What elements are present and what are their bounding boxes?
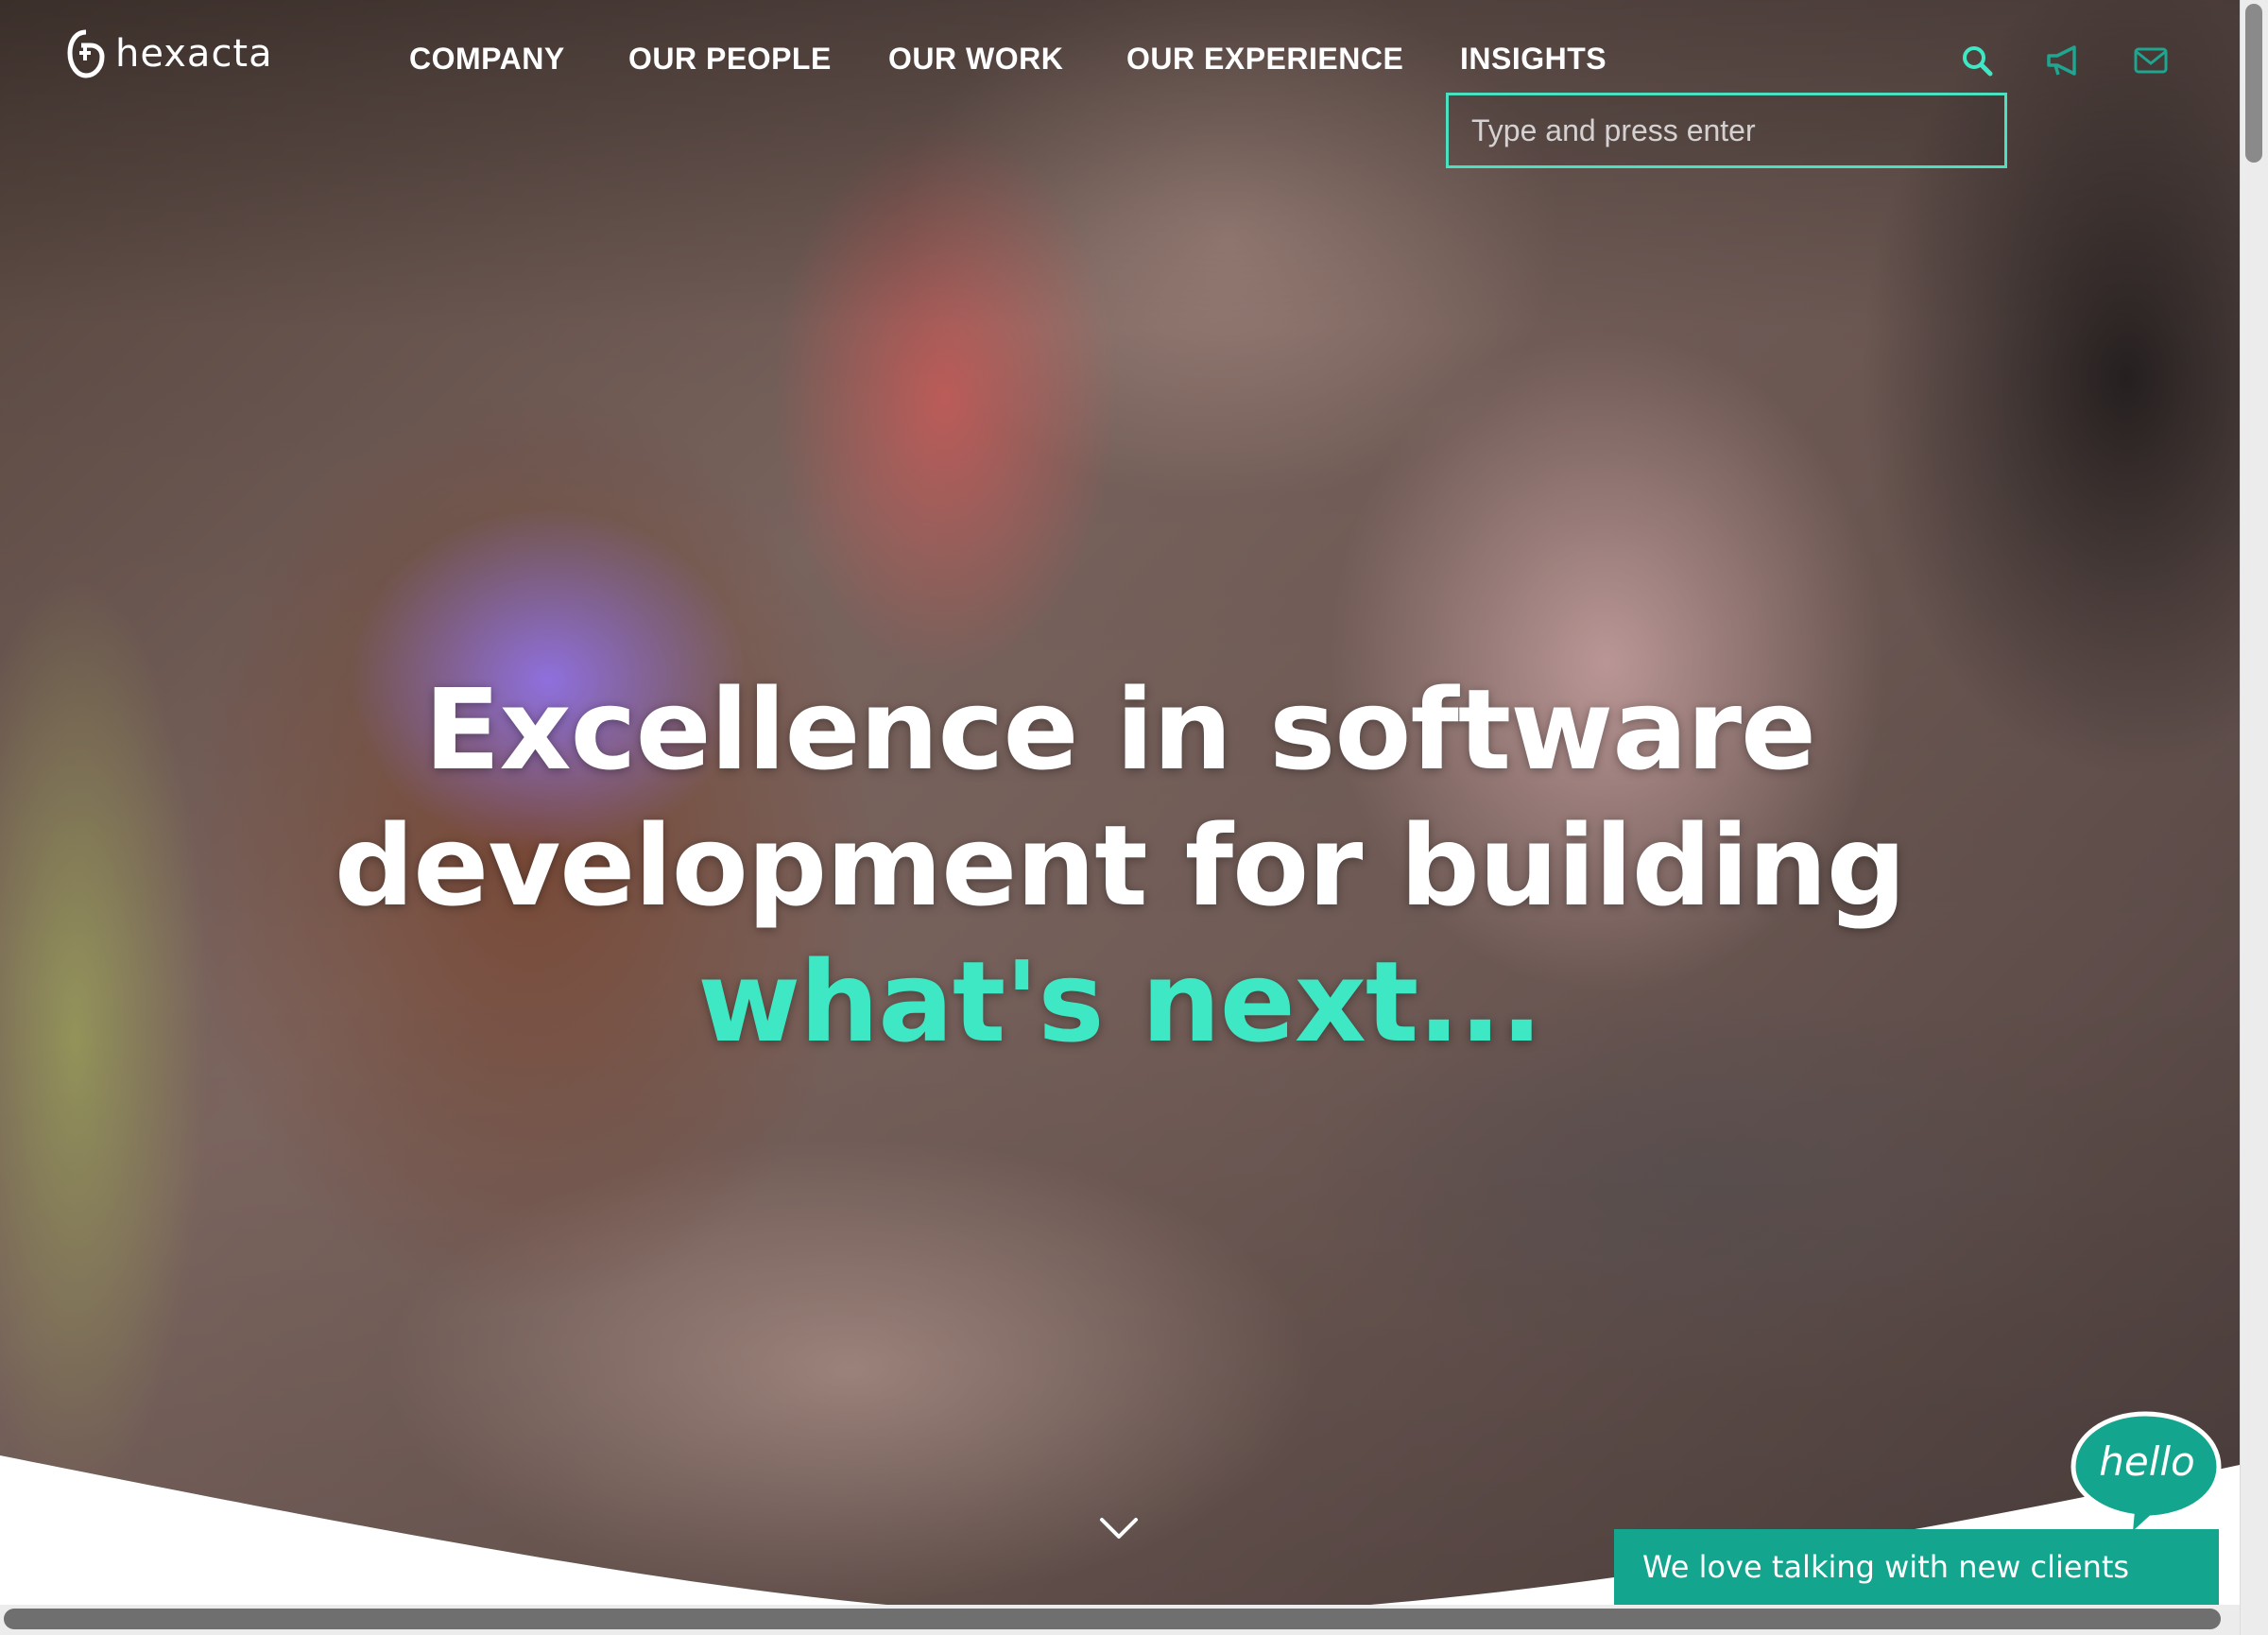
search-icon	[1963, 46, 1993, 77]
vertical-scrollbar[interactable]	[2240, 0, 2268, 1635]
search-button[interactable]	[1958, 42, 1996, 79]
envelope-icon	[2134, 47, 2168, 74]
hero-line-1: Excellence in software	[423, 664, 1816, 795]
announcements-button[interactable]	[2045, 42, 2083, 79]
nav-item-our-experience[interactable]: OUR EXPERIENCE	[1126, 38, 1403, 79]
megaphone-icon	[2047, 45, 2076, 76]
chat-bar-text: We love talking with new clients	[1642, 1549, 2130, 1585]
horizontal-scrollbar[interactable]	[0, 1605, 2240, 1635]
chevron-down-icon[interactable]	[1098, 1516, 1140, 1542]
nav-item-our-people[interactable]: OUR PEOPLE	[628, 38, 832, 79]
hero-line-3-accent: what's next...	[697, 937, 1543, 1067]
nav-item-insights[interactable]: INSIGHTS	[1460, 38, 1606, 79]
logo-mark-icon	[67, 29, 105, 78]
contact-button[interactable]	[2132, 42, 2170, 79]
hero-line-2: development for building	[334, 800, 1906, 931]
nav-item-company[interactable]: COMPANY	[409, 38, 565, 79]
hello-chat-bubble[interactable]	[2064, 1408, 2226, 1540]
page: hexacta COMPANY OUR PEOPLE OUR WORK OUR …	[0, 0, 2268, 1635]
vertical-scrollbar-thumb[interactable]	[2245, 4, 2262, 163]
search-box	[1446, 93, 2007, 168]
logo-text: hexacta	[115, 32, 273, 76]
hero-headline: Excellence in software development for b…	[0, 662, 2240, 1070]
logo[interactable]: hexacta	[66, 28, 273, 79]
horizontal-scrollbar-thumb[interactable]	[4, 1609, 2221, 1629]
nav-item-our-work[interactable]: OUR WORK	[888, 38, 1063, 79]
search-input[interactable]	[1469, 112, 2004, 149]
chat-bar[interactable]: We love talking with new clients	[1614, 1529, 2219, 1605]
